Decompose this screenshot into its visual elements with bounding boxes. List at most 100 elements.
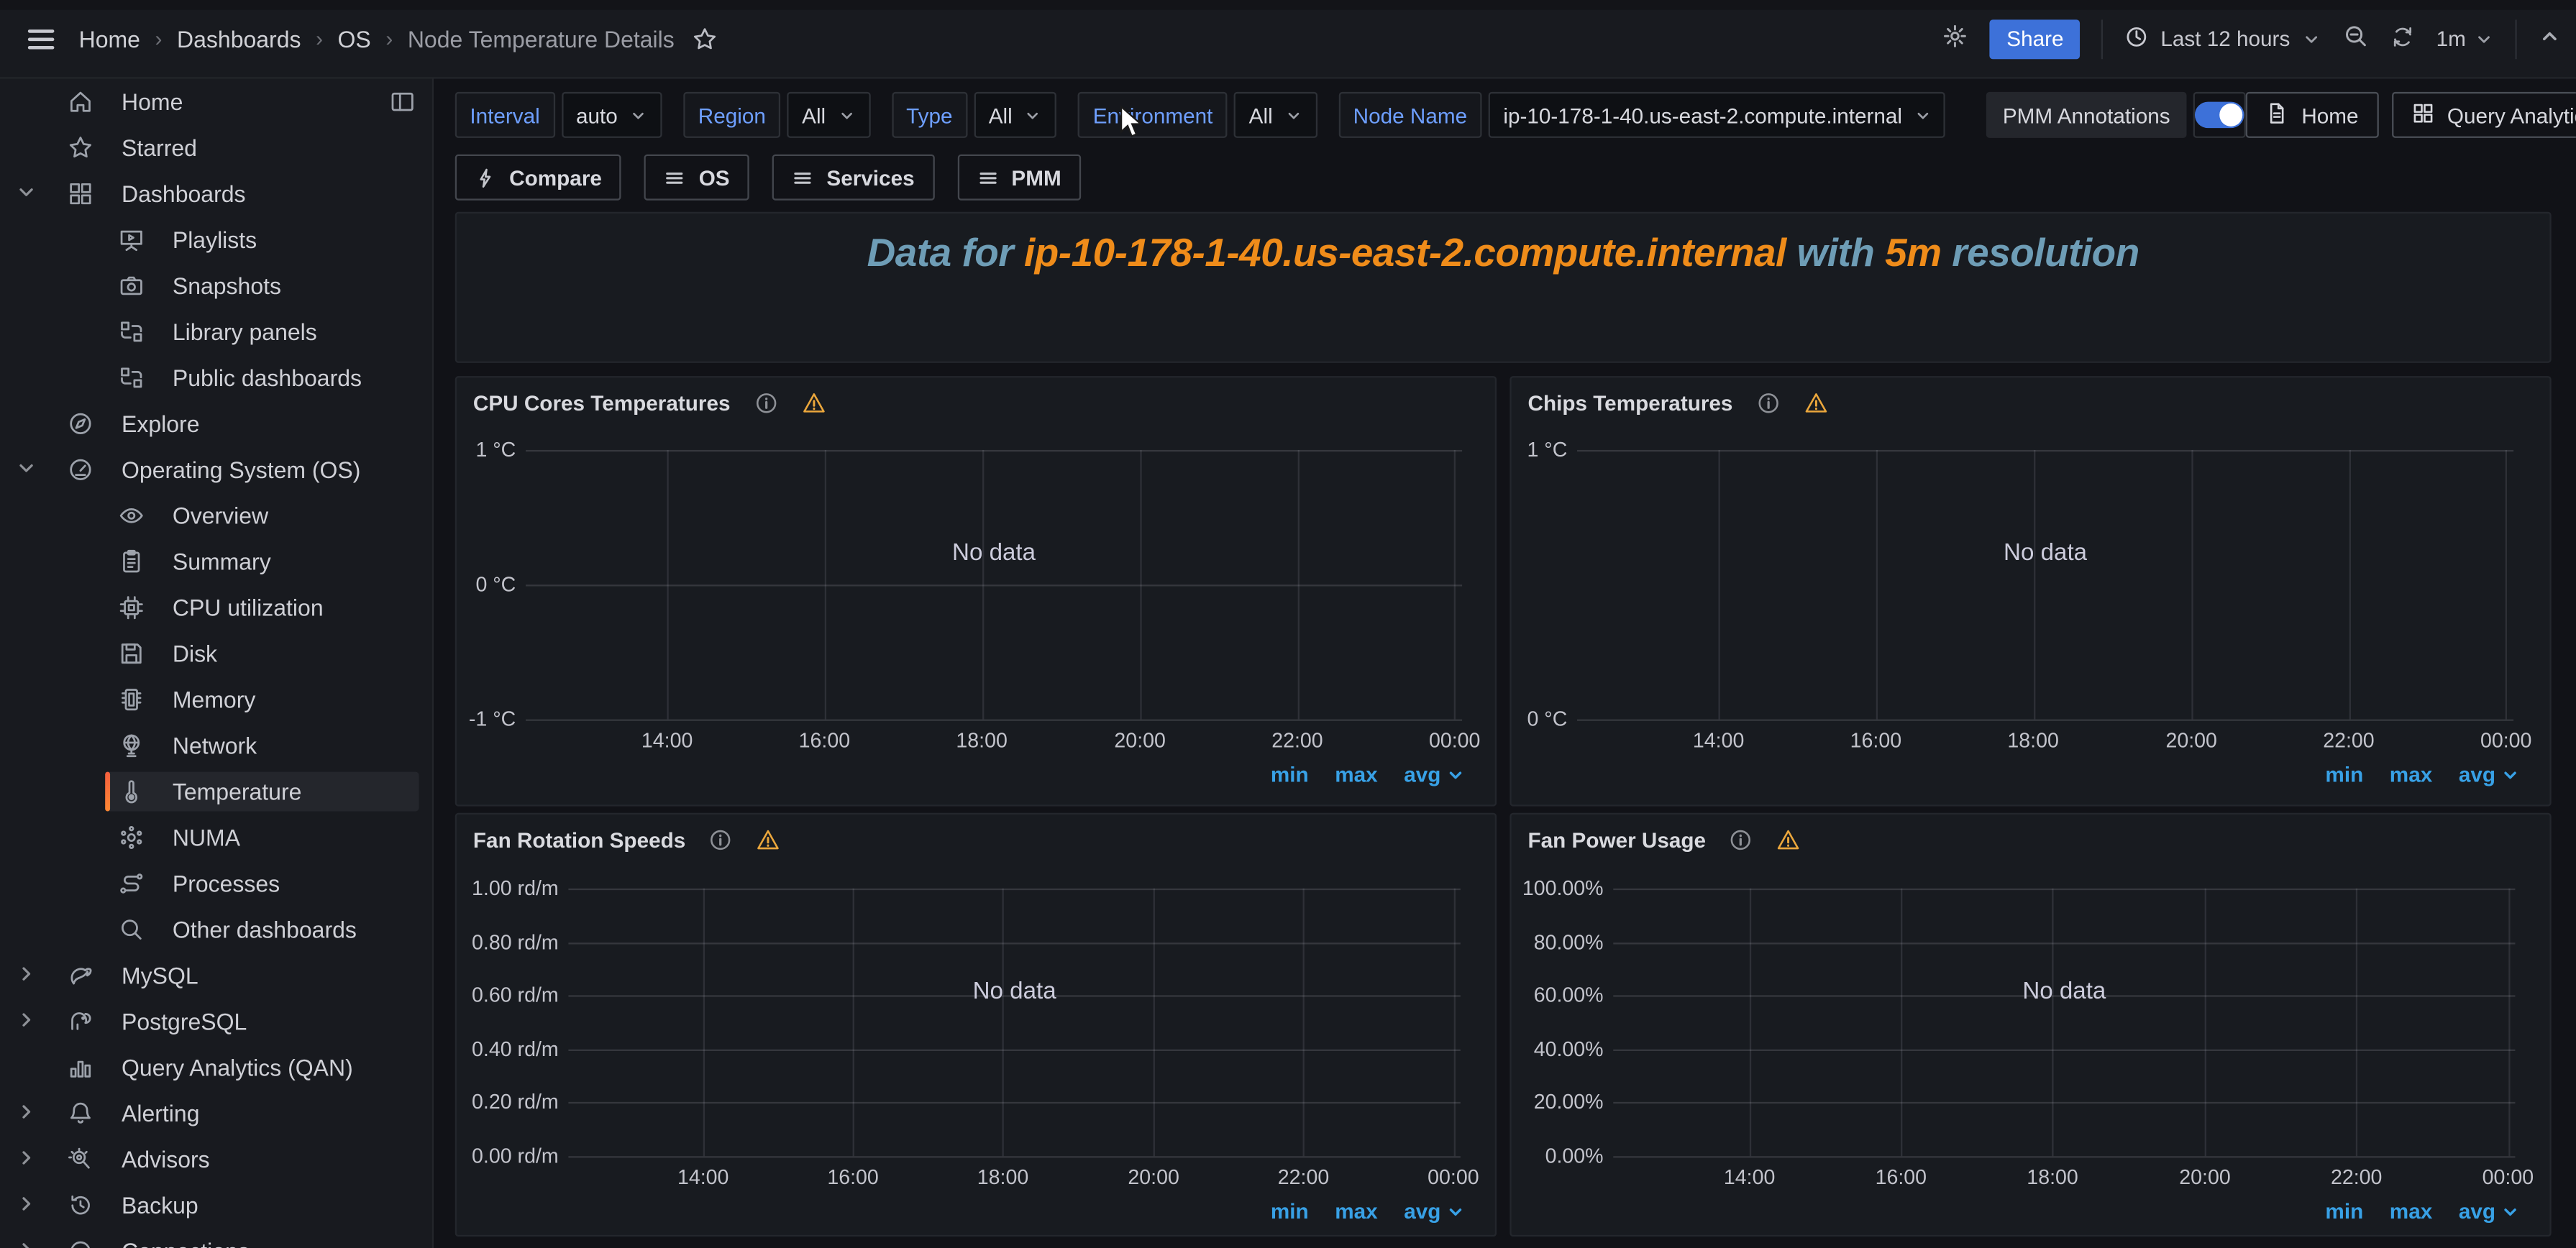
variable-value-dropdown-node-name[interactable]: ip-10-178-1-40.us-east-2.compute.interna… — [1489, 92, 1945, 138]
home-link-button[interactable]: Home — [2246, 92, 2378, 138]
warning-icon[interactable] — [801, 390, 826, 415]
library-panel-icon — [118, 318, 145, 345]
dashboard-settings-button[interactable] — [1942, 23, 1969, 54]
sidebar-item-advisors[interactable]: Advisors — [0, 1137, 434, 1183]
compare-quick-link-button[interactable]: Compare — [455, 155, 622, 201]
refresh-button[interactable] — [2390, 24, 2415, 53]
legend-calcs-row: min max avg — [2325, 762, 2520, 786]
warning-icon[interactable] — [757, 827, 781, 851]
chevron-down-icon[interactable] — [15, 180, 42, 207]
sidebar-item-starred[interactable]: Starred — [0, 125, 434, 171]
sidebar-item-mysql[interactable]: MySQL — [0, 953, 434, 999]
sidebar-item-memory[interactable]: Memory — [0, 676, 434, 722]
sidebar-item-backup[interactable]: Backup — [0, 1183, 434, 1229]
sidebar-item-home[interactable]: Home — [0, 79, 434, 125]
chevron-down-icon — [2301, 29, 2321, 48]
star-icon[interactable] — [691, 25, 718, 52]
panel-cpu-cores-temperatures: CPU Cores Temperatures1 °C0 °C-1 °C14:00… — [455, 376, 1497, 807]
variable-value-dropdown-environment[interactable]: All — [1234, 92, 1317, 138]
clock-icon — [2124, 24, 2149, 53]
gridline-vertical — [824, 450, 826, 720]
legend-calc-min[interactable]: min — [1271, 762, 1309, 786]
zoom-out-button[interactable] — [2342, 23, 2369, 54]
refresh-interval-picker[interactable]: 1m — [2436, 27, 2494, 51]
gridline-vertical — [1901, 889, 1902, 1156]
gear-icon — [1942, 23, 1969, 54]
panel-header[interactable]: Chips Temperatures — [1512, 377, 2550, 427]
menu-icon[interactable] — [28, 29, 55, 48]
panel-toggle-icon[interactable] — [389, 88, 416, 115]
legend-calc-min[interactable]: min — [1271, 1199, 1309, 1224]
chevron-right-icon[interactable] — [15, 963, 42, 989]
chevron-right-icon[interactable] — [15, 1147, 42, 1173]
legend-calc-label: min — [2325, 1199, 2363, 1224]
sidebar-item-explore[interactable]: Explore — [0, 400, 434, 446]
info-icon[interactable] — [754, 390, 778, 415]
sidebar-item-summary[interactable]: Summary — [0, 538, 434, 584]
breadcrumb-item-home[interactable]: Home — [79, 25, 140, 52]
breadcrumb: Home›Dashboards›OS›Node Temperature Deta… — [79, 25, 675, 52]
share-button[interactable]: Share — [1990, 19, 2080, 58]
sidebar-item-network[interactable]: Network — [0, 722, 434, 768]
sidebar-item-processes[interactable]: Processes — [0, 861, 434, 907]
sidebar-item-connections[interactable]: Connections — [0, 1229, 434, 1248]
sidebar-item-postgresql[interactable]: PostgreSQL — [0, 999, 434, 1045]
sidebar-item-query-analytics-qan[interactable]: Query Analytics (QAN) — [0, 1045, 434, 1091]
chevron-right-icon[interactable] — [15, 1192, 42, 1219]
sidebar-item-numa[interactable]: NUMA — [0, 815, 434, 861]
chevron-right-icon[interactable] — [15, 1101, 42, 1127]
sidebar-item-temperature[interactable]: Temperature — [0, 768, 434, 815]
sidebar-item-other-dashboards[interactable]: Other dashboards — [0, 907, 434, 953]
panel-header[interactable]: Fan Power Usage — [1512, 815, 2550, 864]
chevron-right-icon[interactable] — [15, 1009, 42, 1035]
legend-calc-max[interactable]: max — [1335, 762, 1377, 786]
pmm-annotations-toggle[interactable] — [2193, 92, 2246, 138]
info-icon[interactable] — [1755, 390, 1780, 415]
sidebar-item-playlists[interactable]: Playlists — [0, 217, 434, 263]
panel-header[interactable]: Fan Rotation Speeds — [457, 815, 1495, 864]
info-icon[interactable] — [708, 827, 733, 851]
info-icon[interactable] — [1729, 827, 1753, 851]
variable-value-dropdown-region[interactable]: All — [787, 92, 870, 138]
chevron-right-icon[interactable] — [15, 1238, 42, 1248]
sidebar-item-library-panels[interactable]: Library panels — [0, 308, 434, 354]
collapse-topbar-button[interactable] — [2538, 24, 2561, 52]
legend-calc-label: max — [1335, 1199, 1377, 1224]
warning-icon[interactable] — [1804, 390, 1828, 415]
sidebar-item-public-dashboards[interactable]: Public dashboards — [0, 354, 434, 400]
legend-calc-min[interactable]: min — [2325, 1199, 2363, 1224]
services-quick-link-button[interactable]: Services — [772, 155, 934, 201]
query-analytics-link-button[interactable]: Query Analytics — [2391, 92, 2576, 138]
legend-calc-max[interactable]: max — [1335, 1199, 1377, 1224]
sidebar-item-dashboards[interactable]: Dashboards — [0, 171, 434, 217]
sidebar-item-snapshots[interactable]: Snapshots — [0, 263, 434, 309]
variable-value-dropdown-interval[interactable]: auto — [561, 92, 662, 138]
sidebar-item-cpu-utilization[interactable]: CPU utilization — [0, 584, 434, 630]
legend-calcs-row: min max avg — [1271, 1199, 1466, 1224]
pmm-quick-link-button[interactable]: PMM — [957, 155, 1081, 201]
time-range-picker[interactable]: Last 12 hours — [2124, 24, 2321, 53]
x-axis-tick-label: 18:00 — [956, 728, 1007, 754]
legend-calc-max[interactable]: max — [2390, 762, 2432, 786]
legend-calc-avg[interactable]: avg — [2459, 1199, 2520, 1224]
chevron-down-icon[interactable] — [15, 456, 42, 483]
legend-calc-max[interactable]: max — [2390, 1199, 2432, 1224]
no-data-message: No data — [952, 541, 1036, 567]
breadcrumb-item-os[interactable]: OS — [338, 25, 371, 52]
x-axis-tick-label: 14:00 — [641, 728, 693, 754]
legend-calc-avg[interactable]: avg — [1404, 762, 1465, 786]
x-axis-tick-label: 22:00 — [1271, 728, 1323, 754]
sidebar-item-alerting[interactable]: Alerting — [0, 1091, 434, 1137]
sidebar-item-overview[interactable]: Overview — [0, 492, 434, 538]
breadcrumb-item-dashboards[interactable]: Dashboards — [177, 25, 301, 52]
sidebar-item-label: Memory — [173, 687, 256, 713]
variable-value-dropdown-type[interactable]: All — [974, 92, 1056, 138]
legend-calc-avg[interactable]: avg — [1404, 1199, 1465, 1224]
legend-calc-avg[interactable]: avg — [2459, 762, 2520, 786]
os-quick-link-button[interactable]: OS — [644, 155, 749, 201]
panel-header[interactable]: CPU Cores Temperatures — [457, 377, 1495, 427]
sidebar-item-disk[interactable]: Disk — [0, 630, 434, 676]
sidebar-item-operating-system-os[interactable]: Operating System (OS) — [0, 446, 434, 492]
warning-icon[interactable] — [1776, 827, 1801, 851]
legend-calc-min[interactable]: min — [2325, 762, 2363, 786]
